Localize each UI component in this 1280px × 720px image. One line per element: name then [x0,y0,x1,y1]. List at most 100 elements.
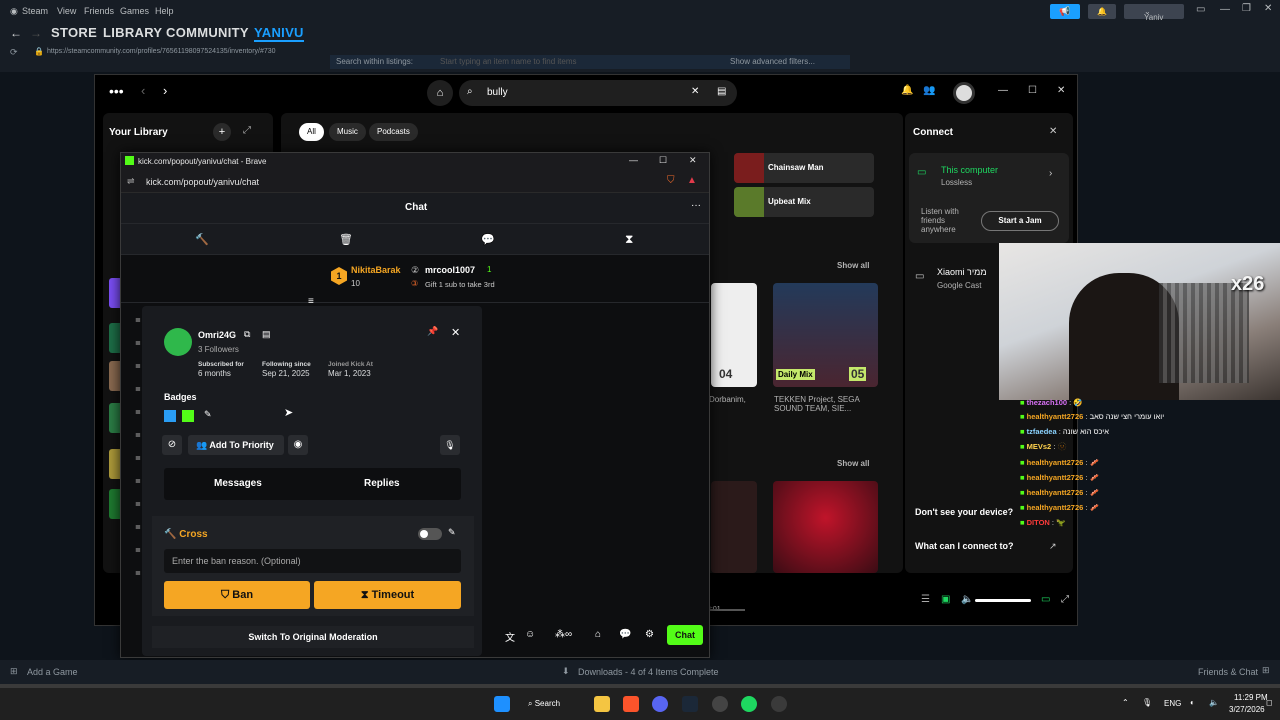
spotify-icon[interactable] [741,696,757,712]
external-link-icon[interactable]: ↗ [1049,541,1057,552]
maximize-icon[interactable]: ☐ [1028,85,1037,96]
minimize-icon[interactable]: — [629,155,638,165]
clock-date[interactable]: 3/27/2026 [1229,705,1265,714]
restore-icon[interactable]: ❐ [1242,3,1251,14]
drag-handle-icon[interactable]: ≡ [308,296,314,307]
close-icon[interactable]: ✕ [451,326,460,339]
back-chevron-icon[interactable]: ‹ [141,83,145,98]
close-icon[interactable]: ✕ [689,155,697,166]
menu-games[interactable]: Games [120,6,149,16]
connect-device-icon[interactable]: ▣ [941,594,950,605]
emoji-icon[interactable]: ☺ [525,629,535,640]
menu-help[interactable]: Help [155,6,174,16]
show-all-link[interactable]: Show all [837,261,869,270]
brave-shield-icon[interactable]: ⛉ [667,175,675,186]
hammer-icon[interactable]: 🔨 [195,233,209,246]
search-button[interactable]: ⌕ Search [528,695,582,713]
tab-replies[interactable]: Replies [364,478,400,489]
send-chat-button[interactable]: Chat [667,625,703,645]
microphone-icon[interactable]: 🎙 [1142,698,1152,707]
browse-icon[interactable]: ▤ [717,86,726,97]
close-icon[interactable]: ✕ [1057,85,1065,96]
ban-icon[interactable]: ⊘ [162,435,182,455]
trash-icon[interactable]: 🗑 [339,233,353,246]
more-dots-icon[interactable]: ••• [109,83,124,99]
show-all-link[interactable]: Show all [837,459,869,468]
advanced-filters-button[interactable]: Show advanced filters... [730,57,815,66]
tab-community[interactable]: COMMUNITY [166,25,249,40]
obs-icon[interactable] [712,696,728,712]
this-computer-card[interactable]: ▭ This computer Lossless › Listen with f… [909,153,1069,243]
friends-icon[interactable]: 👥 [923,85,935,96]
gear-icon[interactable]: ⚙ [645,629,654,640]
switch-moderation-button[interactable]: Switch To Original Moderation [152,626,474,648]
notification-bell-icon[interactable]: 🔔 [1088,4,1116,19]
filter-all[interactable]: All [299,123,324,141]
reload-icon[interactable]: ⟳ [10,47,18,58]
shortcut-card[interactable]: Chainsaw Man [734,153,874,183]
tab-messages[interactable]: Messages [214,478,262,489]
app-icon[interactable] [771,696,787,712]
add-icon[interactable]: + [213,123,231,141]
user-menu[interactable]: Yaniv ⌄ [1124,4,1184,22]
what-connect-link[interactable]: What can I connect to? [915,541,1014,551]
listing-search-input[interactable]: Start typing an item name to find items [440,57,577,66]
emotes-icon[interactable]: ⁂∞ [555,629,572,640]
album-art[interactable]: Daily Mix 05 [773,283,878,387]
home-icon[interactable]: ⌂ [427,80,453,106]
fullscreen-icon[interactable]: ⤢ [1061,594,1069,605]
volume-icon[interactable]: 🔈 [1209,698,1219,707]
volume-icon[interactable]: 🔈 [961,594,973,605]
more-icon[interactable]: ··· [691,200,701,211]
menu-view[interactable]: View [57,6,76,16]
clear-search-icon[interactable]: ✕ [691,86,699,97]
tab-store[interactable]: STORE [51,25,97,40]
url-text[interactable]: kick.com/popout/yanivu/chat [146,177,259,187]
file-explorer-icon[interactable] [594,696,610,712]
ban-reason-input[interactable]: Enter the ban reason. (Optional) [164,549,461,573]
minimize-icon[interactable]: — [998,85,1008,96]
forward-arrow-icon[interactable]: → [30,26,42,40]
chat-add-icon[interactable]: ⊞ [1262,665,1270,676]
close-icon[interactable]: ✕ [1049,126,1057,137]
steam-icon[interactable] [682,696,698,712]
bigpicture-icon[interactable]: ▭ [1196,4,1205,15]
forward-chevron-icon[interactable]: › [163,83,167,98]
add-to-priority-button[interactable]: 👥 Add To Priority [188,435,284,455]
brave-icon[interactable] [623,696,639,712]
chat-bubble-icon[interactable]: 💬 [481,233,495,246]
filter-podcasts[interactable]: Podcasts [369,123,418,141]
clock-time[interactable]: 11:29 PM [1234,693,1268,702]
language-indicator[interactable]: ENG [1164,699,1181,708]
expand-icon[interactable]: ⤢ [243,125,251,136]
cast-device-name[interactable]: Xiaomi ממיר [937,267,987,277]
album-art[interactable]: 04 [711,283,757,387]
minimize-icon[interactable]: — [1220,4,1230,15]
menu-friends[interactable]: Friends [84,6,114,16]
translate-icon[interactable]: 文 [505,629,515,644]
eye-icon[interactable]: ◉ [288,435,308,455]
discord-icon[interactable] [652,696,668,712]
pin-icon[interactable]: 📌 [427,326,438,337]
cross-toggle[interactable] [418,528,442,540]
search-input[interactable]: ⌕ bully ✕ ▤ [459,80,737,106]
start-jam-button[interactable]: Start a Jam [981,211,1059,231]
edit-icon[interactable]: ✎ [448,527,456,538]
announcement-icon[interactable]: 📢 [1050,4,1080,19]
add-icon[interactable]: ⊞ [10,666,18,677]
mic-icon[interactable]: 🎙 [440,435,460,455]
edit-icon[interactable]: ✎ [204,409,212,420]
filter-music[interactable]: Music [329,123,366,141]
tab-profile[interactable]: YANIVU [254,25,304,42]
album-art[interactable] [711,481,757,573]
volume-slider[interactable] [975,599,1031,602]
hourglass-icon[interactable]: ⧗ [625,232,633,247]
brave-rewards-icon[interactable]: ▲ [687,175,697,186]
queue-icon[interactable]: ☰ [921,594,930,605]
shortcut-card[interactable]: Upbeat Mix [734,187,874,217]
network-icon[interactable]: ◐ [1190,698,1195,707]
friends-chat-button[interactable]: Friends & Chat [1198,667,1258,677]
album-art[interactable] [773,481,878,573]
leader-name[interactable]: NikitaBarak [351,265,401,275]
close-icon[interactable]: ✕ [1264,3,1272,14]
